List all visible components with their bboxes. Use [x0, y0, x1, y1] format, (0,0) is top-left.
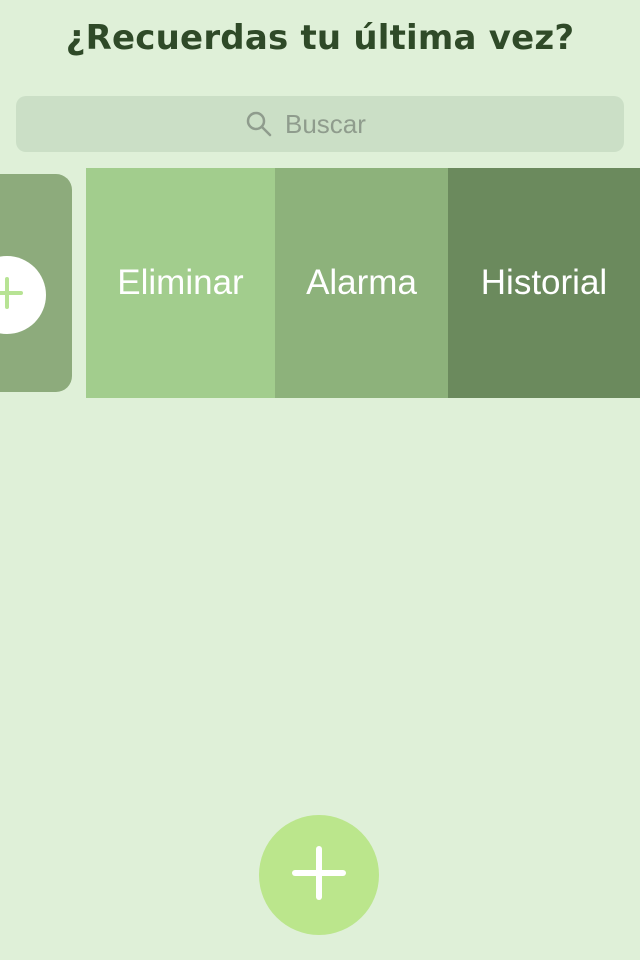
search-bar[interactable] — [16, 96, 624, 152]
add-button[interactable] — [259, 815, 379, 935]
app-screen: ¿Recuerdas tu última vez? Eliminar Alarm… — [0, 0, 640, 960]
search-icon — [245, 110, 273, 138]
delete-button[interactable]: Eliminar — [86, 168, 275, 398]
alarm-button[interactable]: Alarma — [275, 168, 448, 398]
search-input[interactable] — [285, 108, 395, 140]
alarm-label: Alarma — [306, 263, 417, 302]
page-title: ¿Recuerdas tu última vez? — [65, 18, 575, 58]
history-button[interactable]: Historial — [448, 168, 640, 398]
plus-icon — [289, 843, 349, 908]
list-row[interactable]: Eliminar Alarma Historial — [0, 168, 640, 398]
delete-label: Eliminar — [117, 263, 244, 302]
history-label: Historial — [480, 263, 608, 302]
plus-icon — [0, 273, 27, 318]
